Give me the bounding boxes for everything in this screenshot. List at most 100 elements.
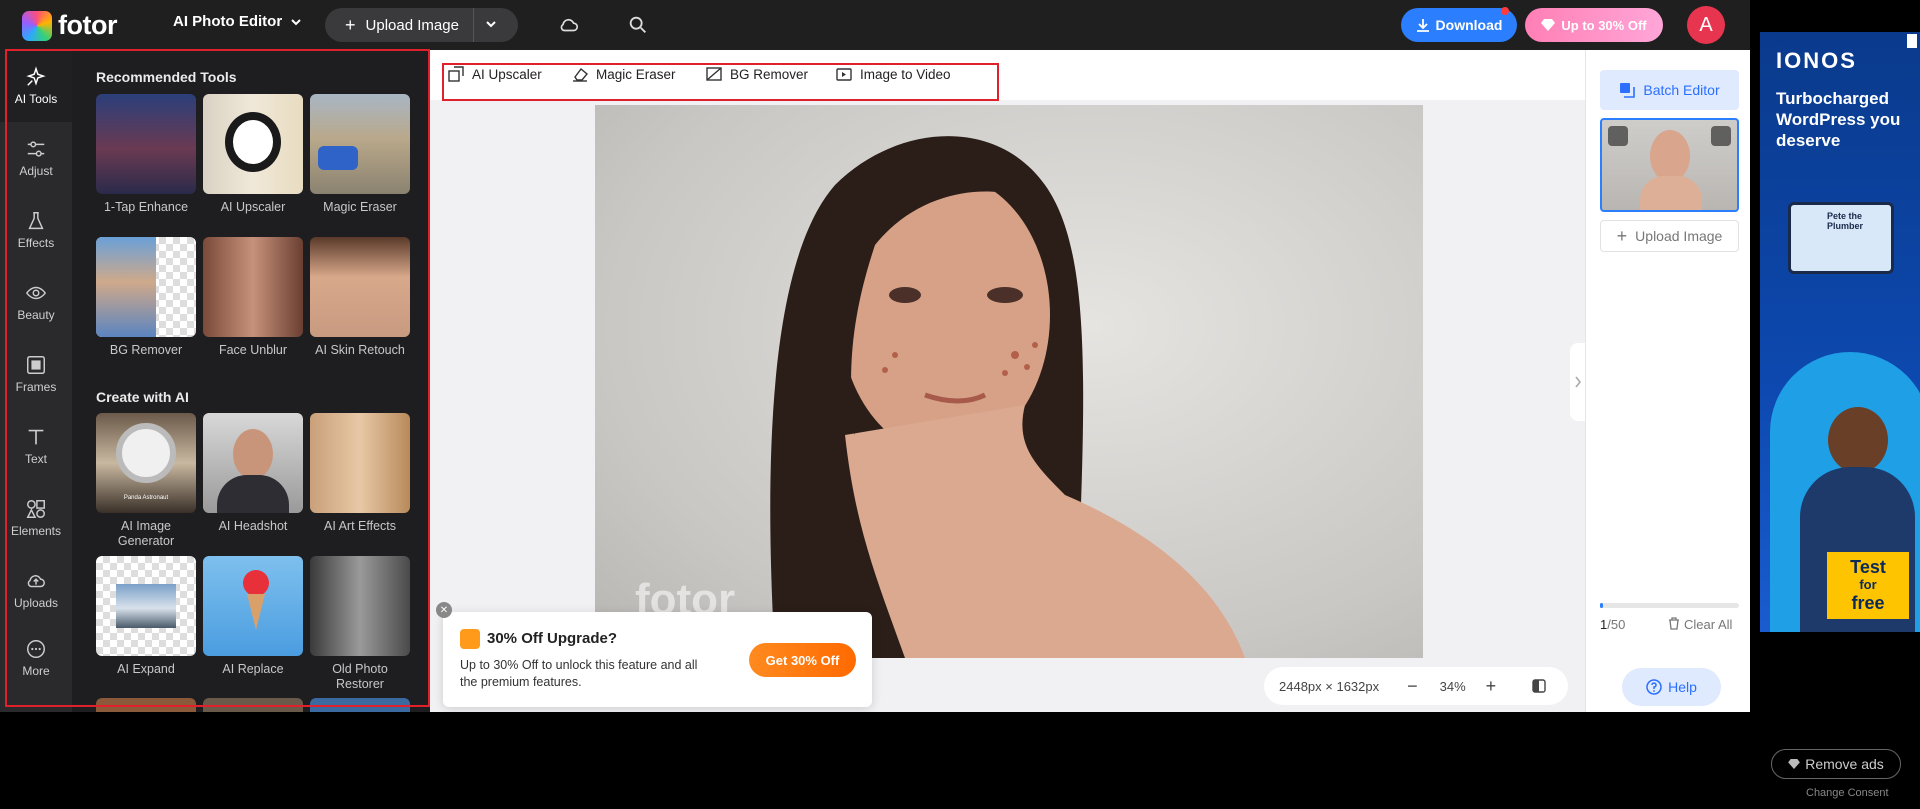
close-icon[interactable]: ✕ — [436, 602, 452, 618]
left-rail: AI Tools Adjust Effects Beauty Frames Te… — [0, 50, 72, 712]
ionos-ad[interactable]: IONOS Turbocharged WordPress you deserve… — [1760, 32, 1920, 632]
thumbnail-caption: Panda Astronaut — [123, 495, 169, 501]
zoom-in-button[interactable]: + — [1486, 676, 1497, 697]
tool-ai-image-generator[interactable]: Panda Astronaut AI Image Generator — [96, 413, 196, 549]
top-bar: fotor AI Photo Editor + Upload Image Dow… — [0, 0, 1750, 50]
tool-thumbnail — [310, 413, 410, 513]
tool-label: AI Headshot — [218, 519, 288, 533]
tool-label: AI Art Effects — [323, 519, 397, 533]
rail-label: Adjust — [19, 164, 53, 178]
quick-bg-remover[interactable]: BG Remover — [706, 66, 808, 82]
tool-ai-upscaler[interactable]: AI Upscaler — [203, 94, 303, 215]
ad-cta-line1: Test — [1850, 557, 1886, 577]
photo-canvas[interactable]: fotor — [595, 105, 1423, 658]
rail-item-uploads[interactable]: Uploads — [0, 570, 72, 610]
tool-thumbnail — [310, 94, 410, 194]
batch-editor-button[interactable]: Batch Editor — [1600, 70, 1739, 110]
suit-image — [217, 475, 289, 513]
quick-label: Magic Eraser — [596, 66, 676, 82]
chevron-right-icon — [1575, 376, 1582, 388]
help-button[interactable]: Help — [1622, 668, 1721, 706]
tool-magic-eraser[interactable]: Magic Eraser — [310, 94, 410, 215]
layers-icon[interactable] — [1608, 126, 1628, 146]
tool-label: AI Replace — [222, 662, 284, 676]
tool-bg-remover[interactable]: BG Remover — [96, 237, 196, 358]
diamond-icon — [1541, 19, 1556, 31]
trash-icon — [1669, 617, 1679, 630]
sidebar-upload-label: Upload Image — [1635, 228, 1723, 244]
rail-item-ai-tools[interactable]: AI Tools — [0, 50, 72, 122]
tool-face-unblur[interactable]: Face Unblur — [203, 237, 303, 358]
change-consent-link[interactable]: Change Consent — [1806, 787, 1889, 799]
tool-thumbnail — [203, 94, 303, 194]
tool-label: BG Remover — [109, 343, 183, 357]
ad-info-icon[interactable] — [1907, 34, 1917, 48]
sidebar-upload-button[interactable]: + Upload Image — [1600, 220, 1739, 252]
quick-image-to-video[interactable]: Image to Video — [836, 66, 951, 82]
tool-ai-replace[interactable]: AI Replace — [203, 556, 303, 677]
fotor-logo-icon — [22, 10, 52, 41]
batch-icon — [1620, 83, 1636, 98]
quick-ai-upscaler[interactable]: AI Upscaler — [448, 66, 542, 82]
tools-panel: Recommended Tools 1-Tap Enhance AI Upsca… — [72, 50, 430, 712]
remove-ads-button[interactable]: Remove ads — [1771, 749, 1901, 779]
tool-ai-headshot[interactable]: AI Headshot — [203, 413, 303, 534]
fotor-logo[interactable]: fotor — [22, 10, 117, 41]
tool-ai-skin-retouch[interactable]: AI Skin Retouch — [310, 237, 410, 358]
upload-image-group: + Upload Image — [325, 8, 518, 42]
ad-cta-button[interactable]: Test for free — [1827, 552, 1909, 619]
expand-sidebar-button[interactable] — [1570, 343, 1586, 421]
plus-icon: + — [345, 14, 356, 35]
promo-button[interactable]: Up to 30% Off — [1525, 8, 1663, 42]
thumbnail-shoulders — [1640, 176, 1702, 210]
quick-tools-bar: AI Upscaler Magic Eraser BG Remover Imag… — [430, 50, 1585, 100]
tool-label: AI Upscaler — [220, 200, 286, 214]
video-icon — [836, 68, 852, 81]
right-sidebar: Batch Editor + Upload Image 1/50 Clear A… — [1585, 50, 1750, 712]
clear-all-label: Clear All — [1684, 617, 1733, 632]
tool-1-tap-enhance[interactable]: 1-Tap Enhance — [96, 94, 196, 215]
rail-item-adjust[interactable]: Adjust — [0, 138, 72, 178]
tool-thumbnail-partial — [203, 698, 303, 712]
compare-icon[interactable] — [1532, 679, 1546, 693]
upgrade-popup: ✕ 30% Off Upgrade? Up to 30% Off to unlo… — [436, 602, 872, 707]
rail-item-elements[interactable]: Elements — [0, 498, 72, 538]
promo-label: Up to 30% Off — [1561, 17, 1647, 33]
rail-item-beauty[interactable]: Beauty — [0, 282, 72, 322]
tool-thumbnail-partial — [310, 698, 410, 712]
upload-image-button[interactable]: + Upload Image — [325, 8, 474, 42]
quick-label: Image to Video — [860, 66, 951, 82]
eraser-icon — [573, 67, 588, 82]
rail-item-text[interactable]: Text — [0, 426, 72, 466]
sliders-icon — [27, 141, 45, 157]
batch-editor-label: Batch Editor — [1643, 82, 1720, 98]
tool-thumbnail: Panda Astronaut — [96, 413, 196, 513]
search-icon[interactable] — [627, 14, 649, 36]
tool-ai-art-effects[interactable]: AI Art Effects — [310, 413, 410, 534]
get-discount-button[interactable]: Get 30% Off — [749, 643, 856, 677]
download-button[interactable]: Download — [1401, 7, 1517, 42]
quick-magic-eraser[interactable]: Magic Eraser — [572, 66, 676, 82]
user-avatar[interactable]: A — [1687, 6, 1725, 44]
editor-menu[interactable]: AI Photo Editor — [173, 13, 302, 30]
clear-all-button[interactable]: Clear All — [1668, 617, 1732, 632]
chevron-down-icon — [486, 20, 496, 27]
zoom-out-button[interactable]: − — [1407, 676, 1418, 697]
ad-brand: IONOS — [1776, 48, 1857, 73]
rail-item-more[interactable]: More — [0, 638, 72, 678]
tool-label: AI Expand — [117, 662, 175, 676]
rail-item-effects[interactable]: Effects — [0, 210, 72, 250]
face-image — [233, 429, 273, 479]
trash-icon[interactable] — [1711, 126, 1731, 146]
rail-label: Uploads — [13, 596, 59, 610]
tool-old-photo-restorer[interactable]: Old Photo Restorer — [310, 556, 410, 692]
cone-image — [247, 594, 265, 630]
help-label: Help — [1668, 679, 1697, 695]
tool-ai-expand[interactable]: AI Expand — [96, 556, 196, 677]
premium-diamond-icon — [460, 629, 480, 649]
avatar-initial: A — [1699, 13, 1713, 36]
cloud-icon[interactable] — [558, 14, 580, 36]
upload-options-dropdown[interactable] — [474, 18, 508, 33]
rail-item-frames[interactable]: Frames — [0, 354, 72, 394]
image-thumbnail[interactable] — [1600, 118, 1739, 212]
